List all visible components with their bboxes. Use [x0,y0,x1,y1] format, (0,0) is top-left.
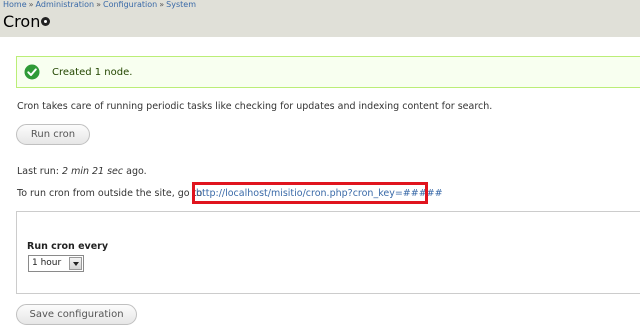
breadcrumb-separator: » [159,0,165,9]
breadcrumb-separator: » [96,0,101,9]
breadcrumb-home[interactable]: Home [3,0,27,9]
page-header: Home» Administration» Configuration» System… [0,0,640,37]
outside-cron-text: To run cron from outside the site, go to [17,188,203,199]
save-configuration-button[interactable]: Save configuration [16,304,137,325]
cron-settings-fieldset [16,211,640,294]
status-message-text: Created 1 node. [52,67,133,78]
last-run-value: 2 min 21 sec [62,166,124,177]
last-run-suffix: ago. [126,166,147,177]
last-run-label: Last run: [17,166,59,177]
breadcrumb-configuration[interactable]: Configuration [103,0,157,9]
highlight-box [192,182,428,204]
run-cron-button[interactable]: Run cron [16,124,90,145]
last-run: Last run: 2 min 21 sec ago. [17,166,147,177]
page-title: Cron [3,12,41,31]
run-cron-every-select[interactable]: 1 hour [28,255,84,272]
check-circle-icon [24,64,40,80]
shortcut-add-icon[interactable] [41,17,50,26]
breadcrumb-administration[interactable]: Administration [36,0,95,9]
breadcrumb-separator: » [28,0,34,9]
chevron-down-icon[interactable] [69,257,82,270]
cron-description: Cron takes care of running periodic task… [17,101,493,112]
breadcrumb-system[interactable]: System [166,0,196,9]
select-value: 1 hour [32,258,62,268]
run-cron-every-label: Run cron every [27,241,109,252]
breadcrumb: Home» Administration» Configuration» System [3,0,196,9]
status-message: Created 1 node. [16,56,640,88]
